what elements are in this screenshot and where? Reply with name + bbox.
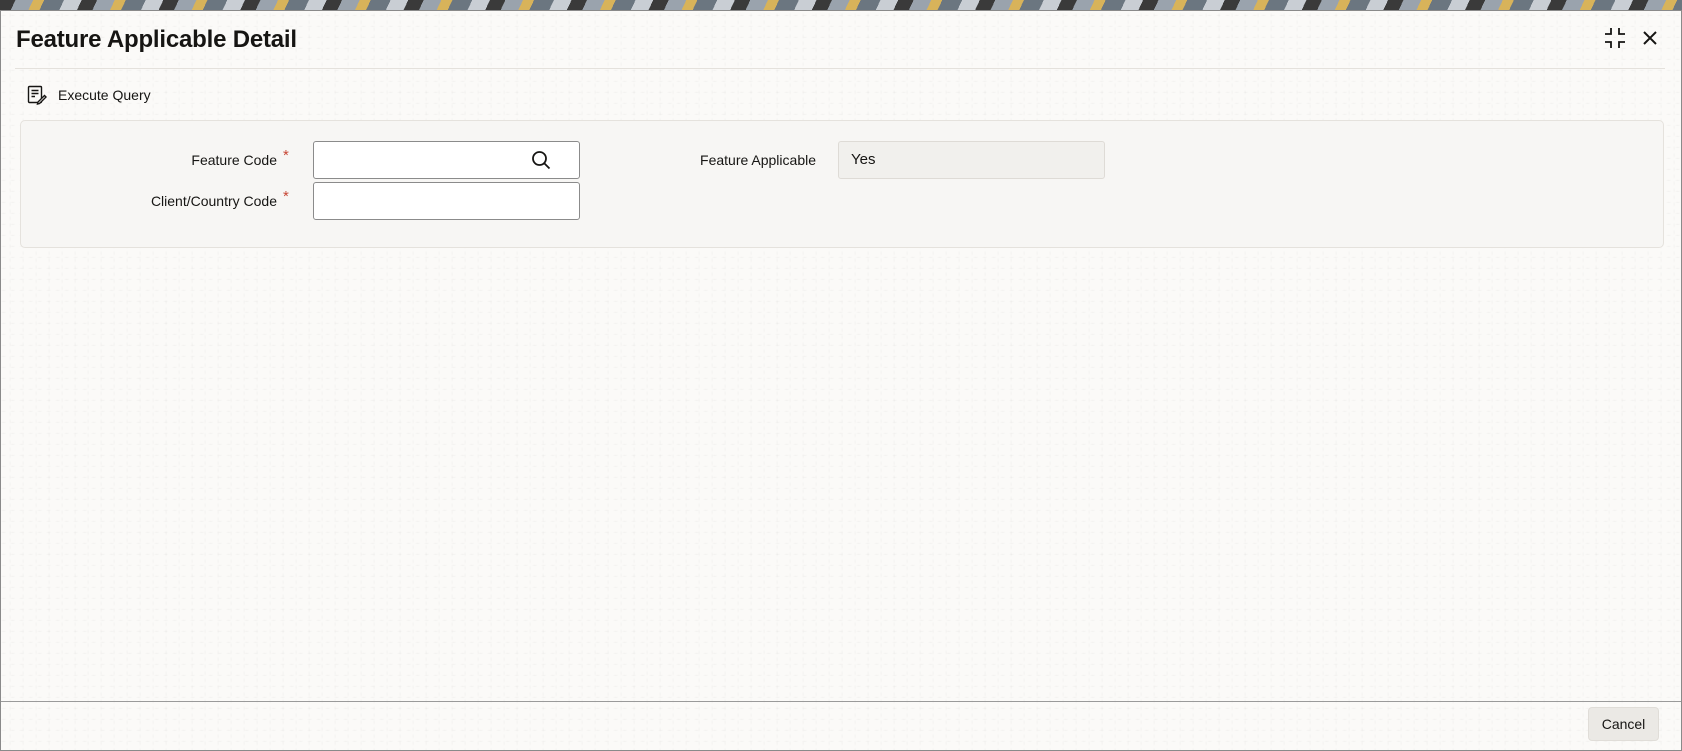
collapse-icon (1605, 28, 1625, 48)
client-country-code-input[interactable] (313, 182, 580, 220)
footer-divider (1, 701, 1681, 702)
query-form-panel: Feature Code * Client/Country Code * Fea… (20, 120, 1664, 248)
search-icon (532, 151, 551, 170)
close-window-button[interactable] (1637, 25, 1663, 51)
page-title: Feature Applicable Detail (16, 26, 297, 53)
required-marker: * (283, 147, 289, 164)
feature-applicable-label: Feature Applicable (700, 152, 816, 168)
required-marker: * (283, 188, 289, 205)
feature-code-label: Feature Code (191, 152, 277, 168)
feature-code-lookup-button[interactable] (529, 148, 553, 172)
close-icon (1643, 31, 1657, 45)
execute-query-icon (27, 85, 47, 105)
cancel-button[interactable]: Cancel (1588, 707, 1659, 741)
execute-query-label: Execute Query (58, 87, 151, 103)
restore-window-button[interactable] (1602, 25, 1628, 51)
title-divider (15, 68, 1665, 69)
execute-query-button[interactable]: Execute Query (27, 83, 151, 107)
client-country-code-label: Client/Country Code (150, 193, 277, 209)
feature-applicable-value: Yes (838, 141, 1105, 179)
dialog-window: Feature Applicable Detail Execute Query … (0, 10, 1682, 751)
